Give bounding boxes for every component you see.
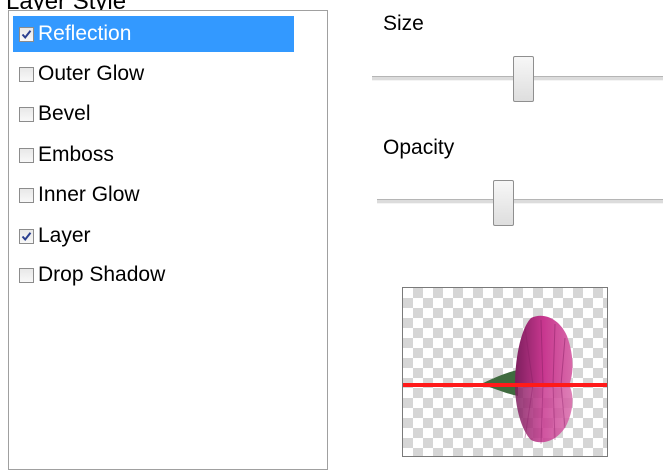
list-item-label: Emboss xyxy=(38,143,114,166)
outer-glow-checkbox[interactable] xyxy=(19,66,34,82)
list-item-outer-glow[interactable]: Outer Glow xyxy=(13,56,325,92)
size-slider-thumb[interactable] xyxy=(513,56,534,102)
list-item-emboss[interactable]: Emboss xyxy=(13,137,325,173)
opacity-label: Opacity xyxy=(383,136,455,159)
effects-list[interactable]: Reflection Outer Glow Bevel Emboss Inner… xyxy=(8,10,328,470)
checkmark-icon xyxy=(21,231,32,241)
selection-highlight: Reflection xyxy=(13,16,294,52)
list-item-inner-glow[interactable]: Inner Glow xyxy=(13,177,325,213)
effect-preview xyxy=(402,287,608,457)
emboss-checkbox[interactable] xyxy=(19,147,34,163)
list-item-label: Layer xyxy=(38,224,91,247)
list-item-label: Reflection xyxy=(38,22,132,45)
opacity-slider-thumb[interactable] xyxy=(493,180,514,226)
drop-shadow-checkbox[interactable] xyxy=(19,267,34,283)
list-item-bevel[interactable]: Bevel xyxy=(13,96,325,132)
opacity-slider-track[interactable] xyxy=(377,199,663,204)
list-item-reflection[interactable]: Reflection xyxy=(13,16,325,52)
reflection-checkbox[interactable] xyxy=(19,26,34,42)
list-item-label: Outer Glow xyxy=(38,62,145,85)
list-item-label: Inner Glow xyxy=(38,183,140,206)
checkmark-icon xyxy=(21,29,32,39)
list-item-layer[interactable]: Layer xyxy=(13,218,325,254)
size-label: Size xyxy=(383,12,424,35)
reflection-line xyxy=(403,383,607,387)
layer-checkbox[interactable] xyxy=(19,228,34,244)
list-item-label: Bevel xyxy=(38,102,91,125)
inner-glow-checkbox[interactable] xyxy=(19,187,34,203)
flower-preview-image xyxy=(403,315,607,445)
list-item-drop-shadow[interactable]: Drop Shadow xyxy=(13,257,325,293)
list-item-label: Drop Shadow xyxy=(38,263,166,286)
bevel-checkbox[interactable] xyxy=(19,106,34,122)
